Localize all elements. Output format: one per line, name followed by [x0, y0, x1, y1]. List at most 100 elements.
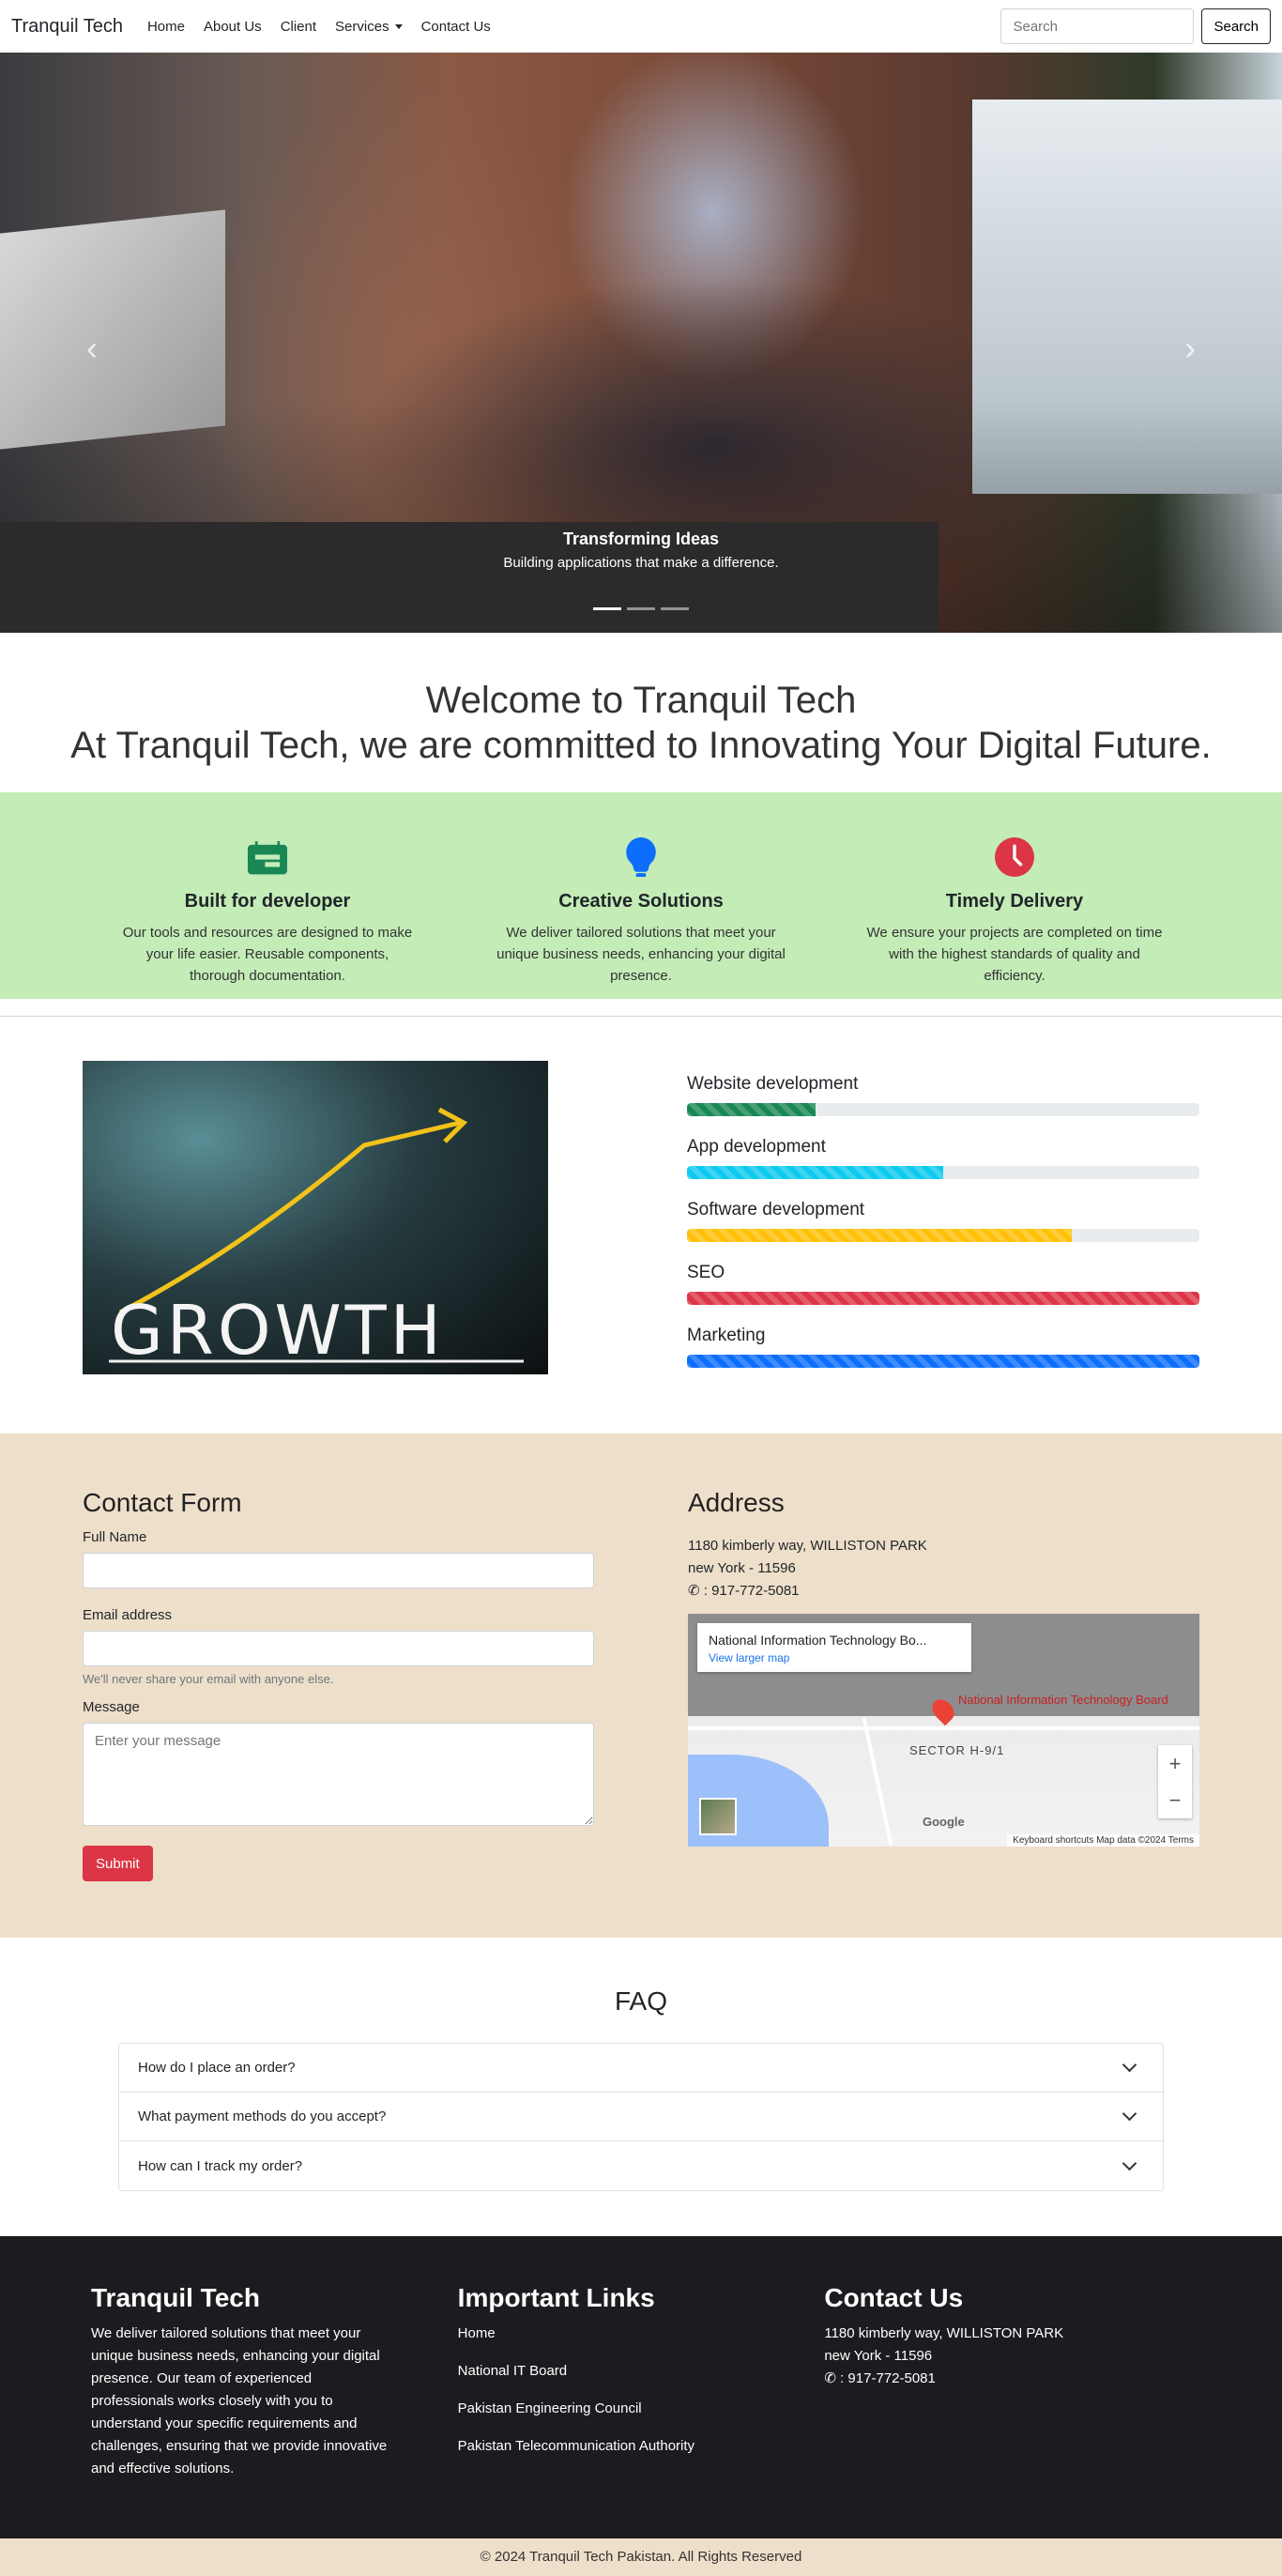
phone-number: : 917-772-5081 — [703, 1583, 800, 1599]
chevron-down-icon — [1122, 2106, 1137, 2122]
full-name-label: Full Name — [83, 1529, 147, 1545]
map-pin-icon[interactable] — [927, 1694, 959, 1726]
carousel-indicator[interactable] — [593, 607, 621, 610]
welcome-subheading: At Tranquil Tech, we are committed to In… — [70, 725, 1212, 766]
full-name-input[interactable] — [83, 1553, 594, 1588]
map-marker-label: National Information Technology Board — [958, 1693, 1168, 1707]
progress-track — [687, 1355, 1199, 1368]
skill-label: Website development — [687, 1074, 859, 1094]
email-label: Email address — [83, 1607, 173, 1623]
map-satellite-toggle[interactable] — [699, 1798, 737, 1835]
growth-image: GROWTH — [83, 1061, 548, 1374]
contact-form: Contact Form Full Name Email address We'… — [83, 1488, 594, 1893]
caret-down-icon — [394, 24, 403, 30]
map-place-name: National Information Technology Bo... — [709, 1633, 927, 1648]
carousel-prev-icon[interactable]: ‹ — [86, 329, 98, 368]
nav-client[interactable]: Client — [281, 19, 316, 35]
progress-fill — [687, 1229, 1072, 1242]
zoom-in-icon[interactable]: + — [1169, 1752, 1182, 1776]
zoom-out-icon[interactable]: − — [1169, 1788, 1182, 1813]
footer-link-home[interactable]: Home — [458, 2323, 825, 2345]
footer-link-national-it-board[interactable]: National IT Board — [458, 2360, 825, 2383]
phone-icon: ✆ — [688, 1583, 700, 1599]
skill-label: SEO — [687, 1263, 725, 1282]
feature-text: We ensure your projects are completed on… — [866, 925, 1163, 984]
hero-caption-title: Transforming Ideas — [562, 529, 720, 548]
feature-card: Built for developer Our tools and resour… — [117, 837, 418, 984]
nav-search-form: Search — [1000, 8, 1271, 44]
footer-address: 1180 kimberly way, WILLISTON PARK — [824, 2325, 1064, 2341]
map-place-card: National Information Technology Bo... Vi… — [697, 1623, 971, 1672]
message-label: Message — [83, 1699, 140, 1715]
footer-link-pta[interactable]: Pakistan Telecommunication Authority — [458, 2435, 825, 2458]
email-help-text: We'll never share your email with anyone… — [83, 1672, 334, 1686]
footer-links-title: Important Links — [457, 2283, 655, 2312]
skill-bars: Website development App development Soft… — [687, 1061, 1199, 1388]
footer-link-engineering-council[interactable]: Pakistan Engineering Council — [458, 2398, 825, 2420]
hero-caption: Transforming Ideas Building applications… — [0, 529, 1282, 571]
footer-about-title: Tranquil Tech — [91, 2283, 260, 2312]
footer-about-text: We deliver tailored solutions that meet … — [91, 2325, 388, 2476]
footer-phone: ✆ : 917-772-5081 — [824, 2368, 1191, 2390]
welcome-section: Welcome to Tranquil Tech At Tranquil Tec… — [0, 633, 1282, 792]
phone-icon: ✆ — [824, 2370, 836, 2386]
address-phone: ✆ : 917-772-5081 — [688, 1580, 1199, 1602]
google-logo: Google — [923, 1815, 965, 1829]
nav-home[interactable]: Home — [147, 19, 185, 35]
footer-phone-number: : 917-772-5081 — [840, 2370, 936, 2386]
hero-carousel: ‹ › Transforming Ideas Building applicat… — [0, 53, 1282, 633]
hero-background-window — [972, 100, 1282, 494]
nav-services-label: Services — [335, 18, 389, 35]
feature-title: Built for developer — [184, 891, 351, 912]
hero-caption-text: Building applications that make a differ… — [503, 555, 779, 571]
faq-question: How can I track my order? — [138, 2157, 303, 2174]
submit-button[interactable]: Submit — [83, 1846, 153, 1881]
map-road — [688, 1726, 1199, 1730]
navbar: Tranquil Tech Home About Us Client Servi… — [0, 0, 1282, 53]
map-larger-link[interactable]: View larger map — [709, 1651, 960, 1664]
message-textarea[interactable] — [83, 1723, 594, 1826]
lightbulb-icon — [626, 837, 656, 877]
progress-fill — [687, 1103, 816, 1116]
calendar-icon — [248, 840, 287, 875]
nav-services-dropdown[interactable]: Services — [335, 19, 403, 35]
address-block: Address 1180 kimberly way, WILLISTON PAR… — [688, 1488, 1199, 1893]
carousel-indicator[interactable] — [627, 607, 655, 610]
faq-item[interactable]: What payment methods do you accept? — [119, 2093, 1163, 2141]
progress-track — [687, 1292, 1199, 1305]
embedded-map[interactable]: National Information Technology Bo... Vi… — [688, 1614, 1199, 1847]
copyright-bar: © 2024 Tranquil Tech Pakistan. All Right… — [0, 2538, 1282, 2576]
address-title: Address — [688, 1488, 785, 1517]
address-line: 1180 kimberly way, WILLISTON PARK — [688, 1538, 927, 1554]
hero-monitor-image — [0, 209, 225, 450]
skill-label: App development — [687, 1137, 826, 1157]
skill-bar: SEO — [687, 1263, 1199, 1305]
faq-item[interactable]: How can I track my order? — [119, 2141, 1163, 2190]
carousel-next-icon[interactable]: › — [1184, 329, 1196, 368]
footer: Tranquil Tech We deliver tailored soluti… — [0, 2236, 1282, 2538]
footer-links: Important Links Home National IT Board P… — [458, 2283, 825, 2478]
address-lines: 1180 kimberly way, WILLISTON PARK new Yo… — [688, 1535, 1199, 1602]
skill-bar: Website development — [687, 1074, 1199, 1116]
skill-bar: Software development — [687, 1200, 1199, 1242]
faq-title: FAQ — [614, 1986, 667, 2016]
progress-track — [687, 1229, 1199, 1242]
skill-bar: App development — [687, 1137, 1199, 1179]
email-input[interactable] — [83, 1631, 594, 1666]
faq-item[interactable]: How do I place an order? — [119, 2044, 1163, 2093]
nav-contact[interactable]: Contact Us — [421, 19, 491, 35]
map-road — [862, 1718, 893, 1846]
progress-fill — [687, 1166, 943, 1179]
search-button[interactable]: Search — [1201, 8, 1271, 44]
feature-card: Timely Delivery We ensure your projects … — [864, 837, 1165, 984]
contact-form-title: Contact Form — [83, 1488, 242, 1517]
brand-logo[interactable]: Tranquil Tech — [11, 16, 123, 38]
search-input[interactable] — [1000, 8, 1195, 44]
faq-question: How do I place an order? — [138, 2060, 296, 2076]
map-sector-label: SECTOR H-9/1 — [909, 1743, 1005, 1757]
clock-icon — [995, 837, 1034, 877]
feature-text: We deliver tailored solutions that meet … — [496, 925, 786, 984]
svg-text:GROWTH: GROWTH — [111, 1291, 445, 1370]
nav-about[interactable]: About Us — [204, 19, 262, 35]
carousel-indicator[interactable] — [661, 607, 689, 610]
